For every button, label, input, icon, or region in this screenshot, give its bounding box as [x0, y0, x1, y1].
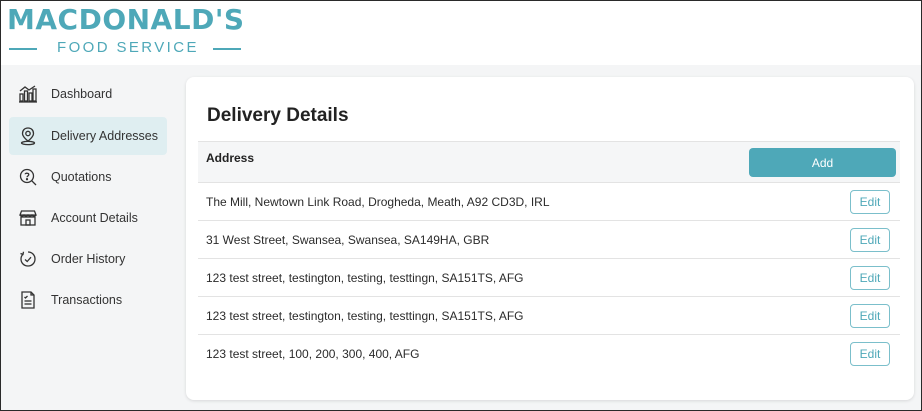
brand-subtitle: FOOD SERVICE [57, 39, 199, 56]
address-cell: The Mill, Newtown Link Road, Drogheda, M… [206, 195, 550, 209]
sidebar-item-account-details[interactable]: Account Details [9, 199, 167, 237]
sidebar-item-delivery-addresses[interactable]: Delivery Addresses [9, 117, 167, 155]
table-row: The Mill, Newtown Link Road, Drogheda, M… [198, 183, 900, 221]
add-address-button[interactable]: Add [749, 148, 896, 177]
address-cell: 123 test street, testington, testing, te… [206, 271, 524, 285]
location-pin-icon [18, 126, 38, 146]
table-row: 31 West Street, Swansea, Swansea, SA149H… [198, 221, 900, 259]
sidebar-item-transactions[interactable]: Transactions [9, 281, 167, 319]
sidebar-item-label: Delivery Addresses [51, 129, 158, 143]
table-row: 123 test street, testington, testing, te… [198, 259, 900, 297]
edit-address-button[interactable]: Edit [850, 266, 890, 290]
brand-logo[interactable]: MACDONALD'S FOOD SERVICE [7, 3, 247, 61]
dashboard-icon [18, 84, 38, 104]
brand-subtitle-row: FOOD SERVICE [7, 39, 243, 59]
sidebar-item-label: Transactions [51, 293, 123, 307]
address-cell: 123 test street, 100, 200, 300, 400, AFG [206, 347, 420, 361]
receipt-icon [18, 290, 38, 310]
order-history-icon [18, 249, 38, 269]
sidebar: Dashboard Delivery Addresses Quotations … [1, 65, 177, 410]
quotation-search-icon [18, 167, 38, 187]
logo-divider-right [213, 48, 241, 50]
sidebar-item-label: Dashboard [51, 87, 113, 101]
sidebar-item-label: Order History [51, 252, 126, 266]
edit-address-button[interactable]: Edit [850, 228, 890, 252]
sidebar-item-label: Account Details [51, 211, 138, 225]
sidebar-item-quotations[interactable]: Quotations [9, 158, 167, 196]
app-body: Dashboard Delivery Addresses Quotations … [1, 65, 921, 410]
table-row: 123 test street, testington, testing, te… [198, 297, 900, 335]
edit-address-button[interactable]: Edit [850, 342, 890, 366]
column-header-address: Address [206, 151, 255, 165]
sidebar-item-label: Quotations [51, 170, 112, 184]
address-cell: 123 test street, testington, testing, te… [206, 309, 524, 323]
storefront-icon [18, 208, 38, 228]
brand-title: MACDONALD'S [7, 3, 245, 36]
logo-divider-left [9, 48, 37, 50]
sidebar-item-order-history[interactable]: Order History [9, 240, 167, 278]
sidebar-item-dashboard[interactable]: Dashboard [9, 75, 167, 113]
edit-address-button[interactable]: Edit [850, 304, 890, 328]
table-row: 123 test street, 100, 200, 300, 400, AFG… [198, 335, 900, 373]
table-header: Address Add [198, 141, 900, 183]
app-header: MACDONALD'S FOOD SERVICE [1, 1, 921, 65]
address-cell: 31 West Street, Swansea, Swansea, SA149H… [206, 233, 490, 247]
edit-address-button[interactable]: Edit [850, 190, 890, 214]
page-title: Delivery Details [207, 105, 349, 126]
address-table: Address Add The Mill, Newtown Link Road,… [198, 141, 900, 373]
delivery-details-card: Delivery Details Address Add The Mill, N… [186, 77, 914, 400]
